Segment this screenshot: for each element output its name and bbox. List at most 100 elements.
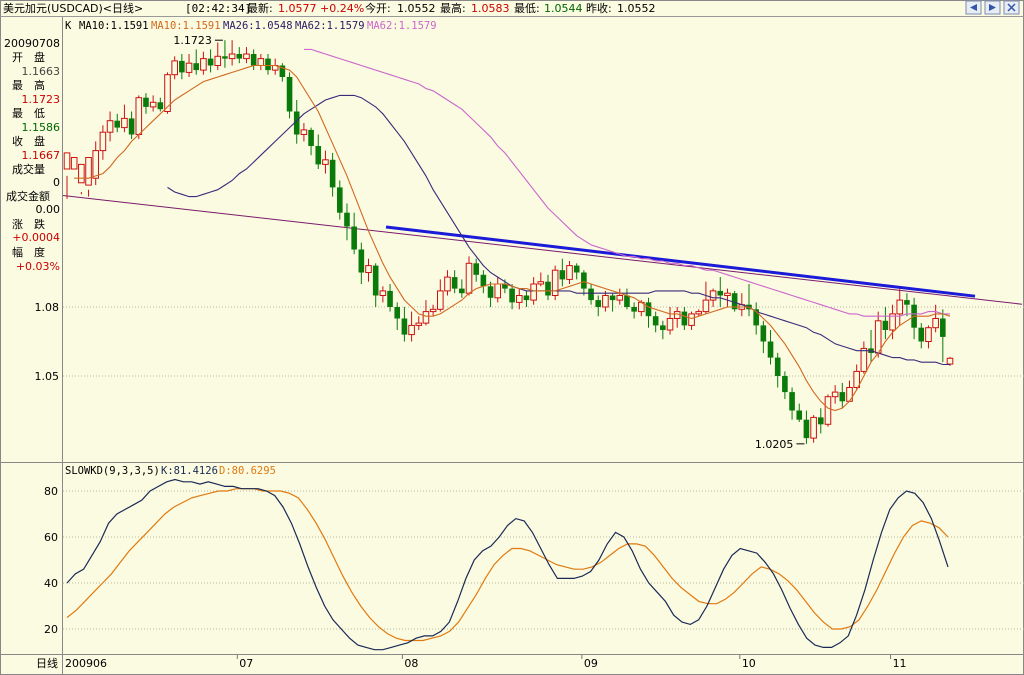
candle-body-down: [595, 300, 602, 307]
candle-body-down: [351, 226, 357, 250]
candle-body-up: [846, 387, 853, 402]
chart-canvas: 美元加元(USDCAD)<日线> [02:42:34] 最新: 1.0577 +…: [0, 0, 1024, 675]
info-close-label: 收 盘: [12, 134, 45, 148]
candle-body-up: [365, 265, 372, 274]
info-low-value: 1.1586: [22, 121, 61, 134]
clock-time: [02:42:34]: [185, 2, 251, 15]
candle-body-up: [530, 283, 537, 301]
candle-body-down: [509, 288, 515, 303]
candle-body-down: [451, 277, 458, 289]
candle-body-down: [265, 58, 271, 71]
candle-body-up: [602, 295, 609, 308]
candle-body-down: [767, 341, 774, 358]
indicator-tick-label: 20: [44, 623, 58, 636]
candle-body-down: [581, 272, 587, 289]
candle-body-down: [839, 392, 846, 402]
info-open-value: 1.1663: [22, 65, 61, 78]
legend-ma62-b: MA62:1.1579: [367, 20, 437, 32]
candle-body-up: [860, 347, 868, 372]
candle-body-up: [932, 318, 939, 329]
candle-body-down: [624, 295, 630, 307]
candle-body-up: [666, 318, 674, 331]
candle-body-up: [695, 311, 703, 315]
candle-body-up: [946, 357, 954, 365]
candle-body-up: [494, 283, 502, 299]
period-label: 日线: [36, 656, 58, 670]
candle-body-up: [702, 299, 710, 313]
change-value: +0.24%: [320, 2, 364, 15]
candle-body-down: [207, 58, 214, 66]
info-low-label: 最 低: [12, 107, 45, 120]
candle-body-down: [114, 120, 121, 128]
candle-body-up: [164, 74, 171, 112]
candle-body-up: [688, 313, 695, 326]
candle-body-down: [487, 286, 494, 298]
legend-ma26: MA26:1.0548: [223, 20, 293, 32]
ma-legend: K MA10:1.1591 MA10:1.1591 MA26:1.0548 MA…: [65, 20, 437, 32]
candle-body-down: [940, 318, 946, 337]
candle-body-down: [308, 129, 314, 146]
candle-body-down: [796, 410, 803, 420]
candle-body-up: [106, 120, 114, 133]
candle-body-up: [135, 97, 143, 135]
high-annotation: 1.1723: [173, 34, 212, 47]
low-label: 最低:: [514, 2, 540, 15]
open-label: 今开:: [365, 1, 391, 15]
candle-body-down: [394, 307, 401, 319]
candle-body-down: [344, 212, 350, 227]
info-amount-label: 成交金额: [6, 189, 50, 203]
candle-body-up: [92, 150, 100, 179]
candle-body-down: [789, 392, 795, 411]
latest-label: 最新:: [247, 1, 273, 15]
latest-value: 1.0577: [278, 2, 317, 15]
low-annotation: 1.0205: [755, 438, 794, 451]
indicator-name: SLOWKD(9,3,3,5): [65, 465, 160, 477]
candle-body-down: [286, 77, 293, 112]
candle-body-up: [121, 117, 128, 129]
x-tick-label: 07: [239, 657, 253, 670]
close-button[interactable]: [1003, 0, 1020, 15]
price-tick-label: 1.08: [35, 301, 60, 314]
prev-close-label: 昨收:: [586, 1, 612, 15]
candle-body-down: [372, 265, 379, 296]
x-tick-label: 09: [584, 657, 598, 670]
price-tick-label: 1.05: [35, 370, 60, 383]
candle-body-up: [185, 62, 193, 73]
candle-body-up: [85, 157, 92, 186]
candle-body-up: [70, 157, 78, 170]
candle-body-up: [465, 262, 473, 294]
candle-body-up: [515, 295, 523, 303]
candle-body-down: [358, 249, 365, 273]
x-tick-label: 08: [404, 657, 418, 670]
candle-body-up: [437, 290, 444, 310]
candle-body-up: [551, 269, 559, 297]
candle-body-down: [660, 325, 666, 330]
candle-body-down: [222, 56, 228, 59]
candle-body-up: [831, 391, 839, 398]
candle-body-down: [336, 187, 343, 213]
candle-body-up: [824, 396, 832, 425]
info-amplitude-label: 幅 度: [12, 245, 45, 259]
nav-buttons: [965, 0, 1020, 15]
high-value: 1.0583: [471, 2, 510, 15]
candle-body-down: [774, 357, 781, 376]
candle-body-up: [257, 58, 265, 66]
forward-button[interactable]: [984, 0, 1001, 15]
candle-body-up: [925, 327, 932, 343]
back-button[interactable]: [965, 0, 982, 15]
high-label: 最高:: [440, 1, 466, 15]
indicator-tick-label: 60: [44, 531, 58, 544]
candle-body-up: [616, 295, 624, 301]
legend-k: K: [65, 20, 72, 32]
candle-body-up: [63, 152, 71, 170]
open-value: 1.0552: [397, 2, 436, 15]
candle-body-up: [724, 292, 731, 297]
candle-body-up: [322, 159, 329, 165]
candle-body-up: [99, 131, 107, 152]
candle-body-down: [236, 54, 243, 59]
candle-body-down: [315, 146, 322, 165]
info-amount-value: 0.00: [36, 203, 61, 216]
candle-body-up: [228, 53, 236, 60]
legend-ma10-a: MA10:1.1591: [79, 20, 149, 32]
indicator-tick-label: 40: [44, 577, 58, 590]
